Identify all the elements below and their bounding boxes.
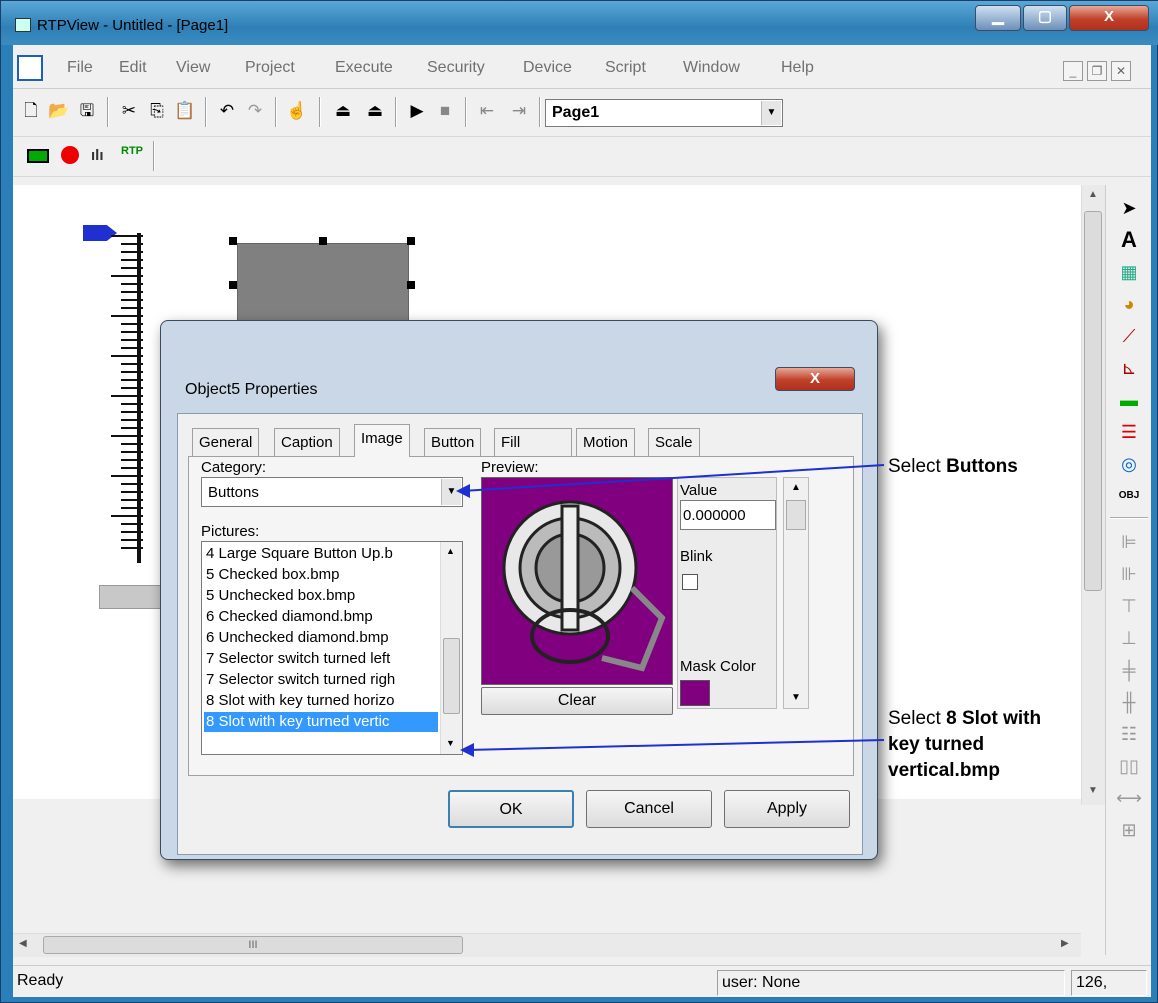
annotation-bold-text: vertical.bmp [888, 760, 1000, 781]
tab-image[interactable]: Image [354, 424, 410, 457]
annotation-select-buttons: Select Buttons [888, 454, 1018, 480]
arrow-buttons [461, 464, 885, 492]
arrow-head [460, 743, 474, 757]
annotation-select-slot-key: Select 8 Slot with key turned vertical.b… [888, 706, 1041, 784]
annotation-arrows [456, 464, 885, 757]
annotation-bold-text: Buttons [946, 456, 1018, 477]
annotation-bold-text: key turned [888, 734, 985, 755]
annotation-bold-text: 8 Slot with [946, 708, 1042, 729]
arrow-key-vertical [465, 739, 885, 751]
arrow-head [456, 484, 470, 498]
annotation-text: Select [888, 708, 947, 729]
annotation-text: Select [888, 456, 947, 477]
